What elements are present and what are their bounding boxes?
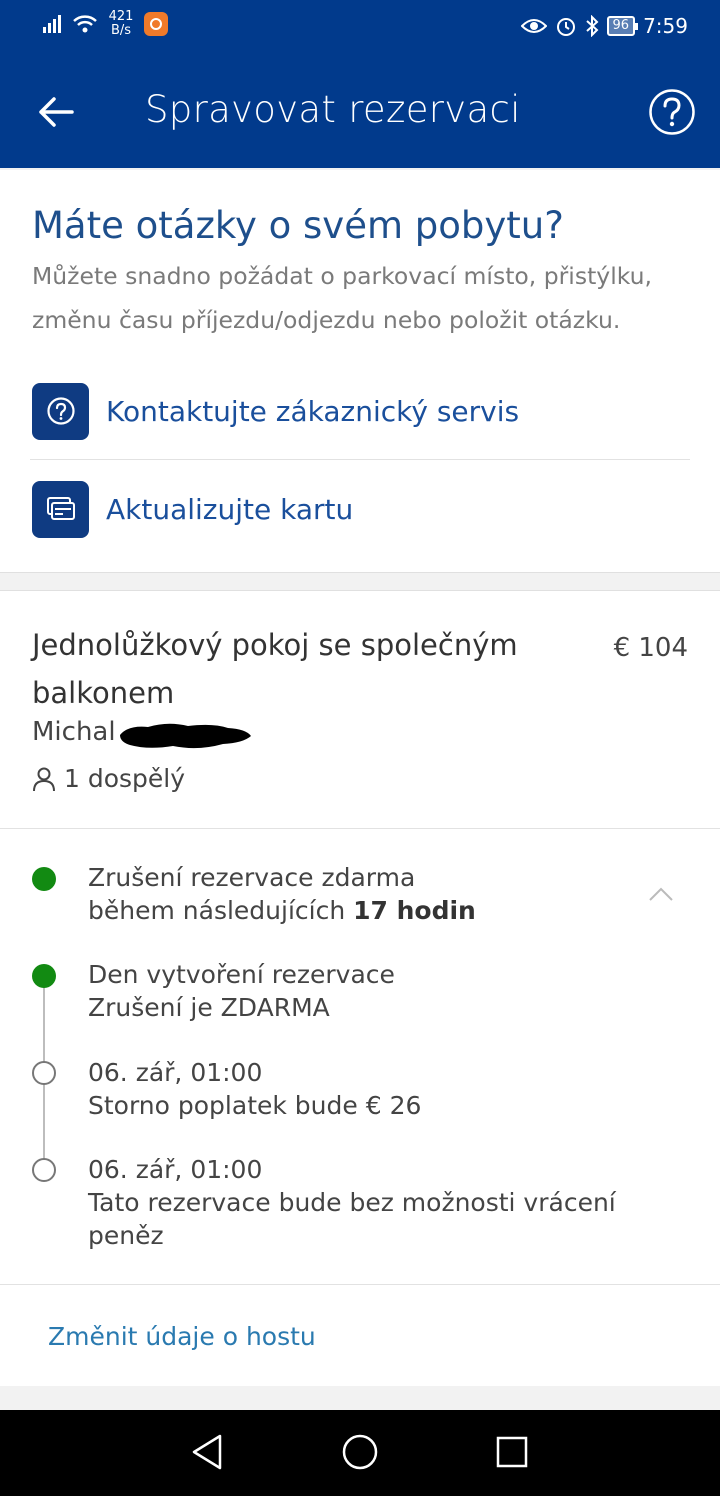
help-icon[interactable] xyxy=(648,88,696,136)
timeline-step-detail: Zrušení je ZDARMA xyxy=(88,993,330,1022)
timeline-dot-fee xyxy=(32,1061,56,1085)
questions-heading: Máte otázky o svém pobytu? xyxy=(32,204,564,247)
wifi-icon xyxy=(73,15,97,33)
signal-icon xyxy=(43,15,61,33)
clock: 7:59 xyxy=(643,14,688,38)
free-cancellation-status-dot xyxy=(32,867,56,891)
bluetooth-icon xyxy=(585,15,598,37)
app-header: Spravovat rezervaci xyxy=(0,56,720,168)
timeline-step-detail: Storno poplatek bude € 26 xyxy=(88,1091,422,1120)
divider xyxy=(0,1284,720,1285)
alarm-icon xyxy=(556,18,575,36)
network-speed: 421 B/s xyxy=(106,10,136,38)
free-cancellation-hours: 17 hodin xyxy=(353,896,476,925)
timeline-step-title: Den vytvoření rezervace xyxy=(88,960,395,989)
chevron-up-icon[interactable] xyxy=(647,885,675,903)
room-price: € 104 xyxy=(613,633,688,663)
nav-home-icon[interactable] xyxy=(340,1432,380,1472)
contact-customer-service-button[interactable]: Kontaktujte zákaznický servis xyxy=(32,382,519,440)
timeline-dot-booking-day xyxy=(32,964,56,988)
status-bar: 421 B/s 96 7:59 xyxy=(0,0,720,56)
timeline-step-nonrefundable: 06. zář, 01:00 Tato rezervace bude bez m… xyxy=(88,1153,648,1252)
timeline-step-title: 06. zář, 01:00 xyxy=(88,1058,263,1087)
free-cancellation-summary: Zrušení rezervace zdarma během následují… xyxy=(88,861,476,927)
timeline-step-title: 06. zář, 01:00 xyxy=(88,1155,263,1184)
free-cancellation-summary-prefix: během následujících xyxy=(88,896,354,925)
update-card-label: Aktualizujte kartu xyxy=(106,492,354,526)
notification-app-icon xyxy=(144,12,168,36)
free-cancellation-summary-line2: během následujících 17 hodin xyxy=(88,894,476,927)
system-navigation-bar xyxy=(0,1410,720,1496)
update-card-button[interactable]: Aktualizujte kartu xyxy=(32,480,353,538)
divider xyxy=(0,828,720,829)
occupancy: 1 dospělý xyxy=(32,764,185,793)
battery-indicator: 96 xyxy=(606,16,638,36)
occupancy-label: 1 dospělý xyxy=(64,764,186,793)
eye-comfort-icon xyxy=(520,19,547,33)
change-guest-details-link[interactable]: Změnit údaje o hostu xyxy=(48,1322,316,1351)
status-right: 96 7:59 xyxy=(520,14,688,38)
booking-details-card: Jednolůžkový pokoj se společným balkonem… xyxy=(0,590,720,1386)
network-speed-value: 421 xyxy=(108,9,134,24)
free-cancellation-summary-line1: Zrušení rezervace zdarma xyxy=(88,863,416,892)
timeline-dot-nonrefundable xyxy=(32,1158,56,1182)
timeline-step-detail: Tato rezervace bude bez možnosti vrácení… xyxy=(88,1188,616,1250)
network-speed-unit: B/s xyxy=(110,23,132,38)
help-icon xyxy=(32,382,89,440)
timeline-step-booking-day: Den vytvoření rezervace Zrušení je ZDARM… xyxy=(88,958,395,1024)
redaction-mark xyxy=(120,723,251,749)
stay-questions-card: Máte otázky o svém pobytu? Můžete snadno… xyxy=(0,170,720,573)
page-title: Spravovat rezervaci xyxy=(145,88,521,131)
divider xyxy=(30,459,690,460)
status-left: 421 B/s xyxy=(42,10,168,38)
questions-description: Můžete snadno požádat o parkovací místo,… xyxy=(32,262,652,334)
nav-back-icon[interactable] xyxy=(188,1432,228,1472)
credit-card-icon xyxy=(32,480,89,538)
guest-name: Michal xyxy=(32,717,116,747)
timeline-step-fee: 06. zář, 01:00 Storno poplatek bude € 26 xyxy=(88,1056,421,1122)
contact-customer-service-label: Kontaktujte zákaznický servis xyxy=(106,394,520,428)
person-icon xyxy=(33,767,55,791)
nav-recents-icon[interactable] xyxy=(492,1432,532,1472)
room-name: Jednolůžkový pokoj se společným balkonem xyxy=(32,628,518,710)
back-arrow-icon[interactable] xyxy=(36,94,76,130)
